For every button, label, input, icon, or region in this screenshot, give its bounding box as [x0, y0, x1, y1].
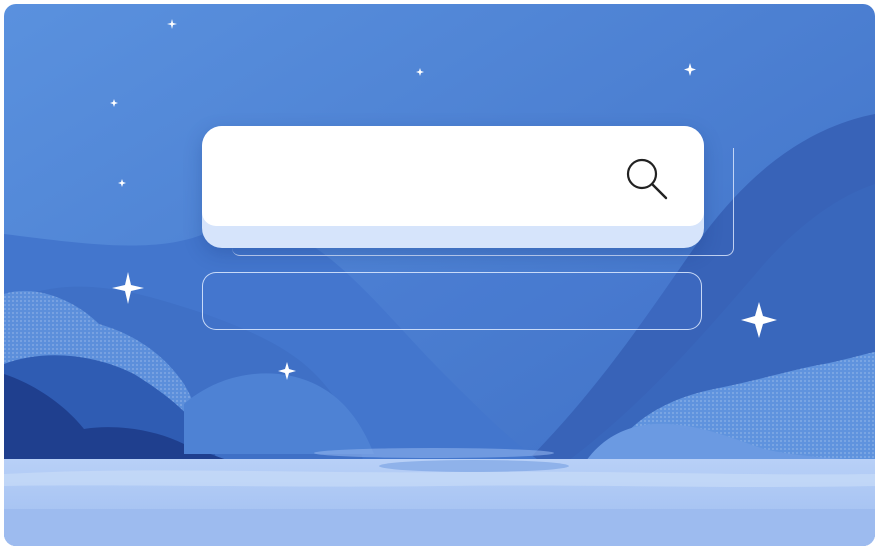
search-input[interactable]: [222, 156, 616, 198]
search-icon[interactable]: [622, 154, 674, 206]
water-ripple: [379, 460, 569, 472]
water-band-2: [4, 509, 875, 546]
secondary-input-field[interactable]: [202, 272, 702, 330]
search-box-surface: [202, 126, 704, 226]
search-box: [202, 126, 704, 248]
illustration-frame: [4, 4, 875, 546]
